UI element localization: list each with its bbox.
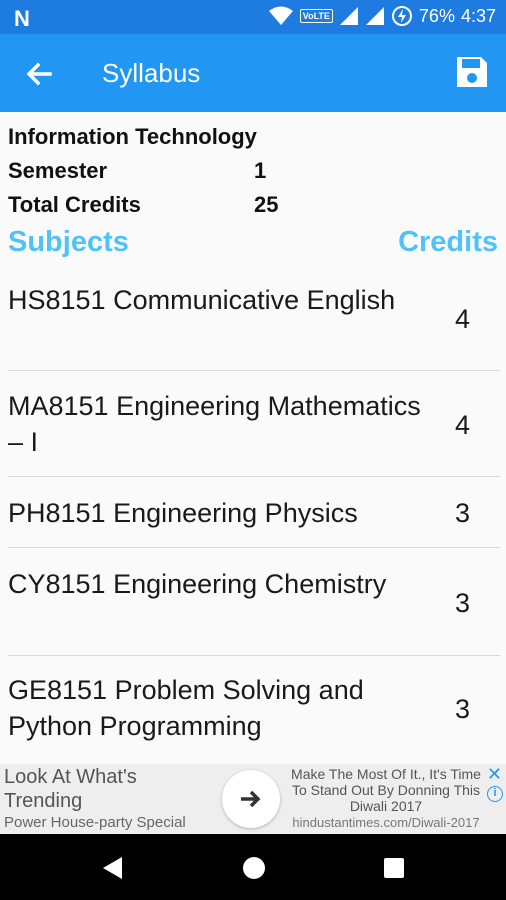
subject-credits: 3	[454, 588, 470, 618]
subject-credits: 4	[454, 304, 470, 334]
syllabus-content: Information Technology Semester 1 Total …	[0, 112, 506, 764]
status-bar: N VoLTE 76% 4:37	[0, 0, 506, 34]
total-credits-value: 25	[254, 192, 279, 217]
signal-icon	[339, 7, 358, 25]
subject-credits: 4	[454, 410, 470, 440]
ad-subline: Power House-party Special	[4, 814, 186, 831]
ad-headline-line-2: Trending	[4, 790, 83, 812]
nav-back-icon[interactable]	[98, 854, 126, 882]
subject-row[interactable]: HS8151 Communicative English 4	[8, 272, 500, 371]
ad-headline-line-1: Look At What's	[4, 766, 137, 788]
ad-close-icon[interactable]: ✕	[487, 764, 502, 785]
signal-icon-2	[365, 7, 384, 25]
subject-name: PH8151 Engineering Physics	[8, 498, 358, 528]
nav-recents-icon[interactable]	[382, 856, 406, 880]
status-icons: VoLTE 76% 4:37	[268, 5, 496, 27]
nav-home-icon[interactable]	[240, 854, 268, 882]
department-name: Information Technology	[8, 124, 257, 149]
subject-credits: 3	[454, 694, 470, 724]
arrow-right-icon	[241, 790, 261, 808]
ad-open-button[interactable]	[222, 770, 280, 828]
subject-credits: 3	[454, 498, 470, 528]
semester-label: Semester	[8, 158, 108, 183]
total-credits-label: Total Credits	[8, 192, 141, 217]
arrow-left-icon[interactable]	[20, 54, 60, 94]
subject-row[interactable]: CY8151 Engineering Chemistry 3	[8, 548, 500, 656]
ad-url: hindustantimes.com/Diwali-2017	[292, 815, 480, 830]
subject-row[interactable]: PH8151 Engineering Physics 3	[8, 477, 500, 548]
wifi-icon	[268, 6, 293, 25]
subject-row[interactable]: MA8151 Engineering Mathematics – I 4	[8, 371, 500, 477]
subject-name: GE8151 Problem Solving and Python Progra…	[8, 675, 364, 741]
page-title: Syllabus	[102, 58, 201, 88]
ad-body-text: Make The Most Of It., It's Time To Stand…	[291, 766, 481, 814]
ad-banner[interactable]: Look At What's Trending Power House-part…	[0, 764, 506, 834]
subject-name: HS8151 Communicative English	[8, 285, 396, 315]
ad-info-icon[interactable]: i	[487, 786, 503, 802]
save-icon[interactable]	[454, 54, 490, 90]
subject-row[interactable]: GE8151 Problem Solving and Python Progra…	[8, 656, 500, 764]
subject-name: MA8151 Engineering Mathematics – I	[8, 391, 421, 457]
semester-value: 1	[254, 158, 267, 183]
app-bar: Syllabus	[0, 34, 506, 112]
subjects-header: Subjects	[8, 226, 129, 258]
battery-saver-icon	[391, 6, 412, 26]
volte-badge: VoLTE	[299, 9, 333, 23]
clock: 4:37	[460, 5, 496, 26]
n-logo-icon: N	[14, 6, 30, 31]
nav-bar	[0, 834, 506, 900]
battery-percent: 76%	[418, 5, 455, 26]
subject-name: CY8151 Engineering Chemistry	[8, 569, 387, 599]
credits-header: Credits	[398, 226, 498, 258]
